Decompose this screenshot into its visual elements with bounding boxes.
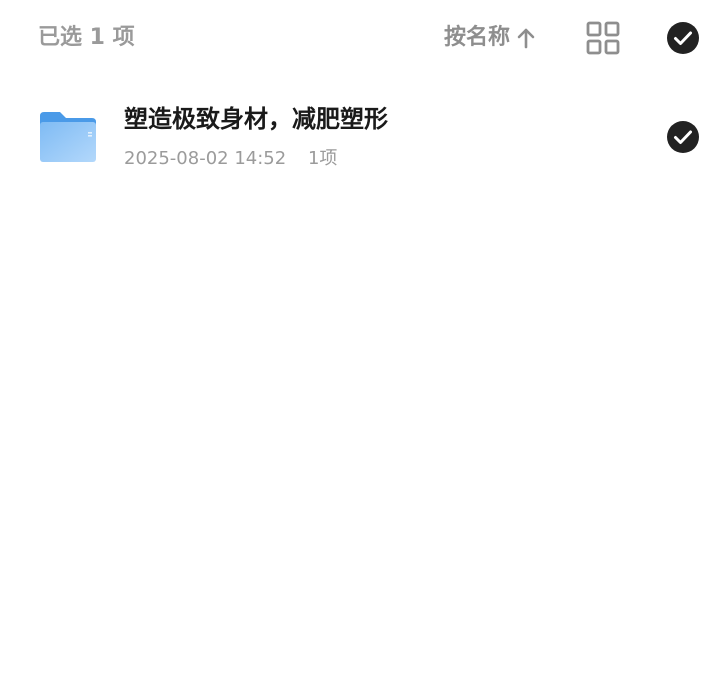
grid-view-icon[interactable] [585,20,621,56]
file-meta: 2025-08-02 14:52 1项 [124,146,337,172]
sort-by-name-button[interactable]: 按名称 [444,22,536,54]
item-count: 1项 [307,148,338,169]
modified-date: 2025-08-02 14:52 [124,148,287,169]
selected-count-label: 已选 1 项 [38,25,135,50]
selection-toolbar: 已选 1 项 按名称 [0,0,714,76]
file-name: 塑造极致身材，减肥塑形 [124,105,388,133]
list-item[interactable]: 塑造极致身材，减肥塑形 2025-08-02 14:52 1项 [0,90,714,186]
check-circle-icon[interactable] [666,120,700,154]
select-all-check-icon[interactable] [666,21,700,55]
folder-icon [38,110,98,164]
file-list: 塑造极致身材，减肥塑形 2025-08-02 14:52 1项 [0,90,714,186]
arrow-up-icon [516,27,536,49]
sort-label: 按名称 [444,25,511,50]
